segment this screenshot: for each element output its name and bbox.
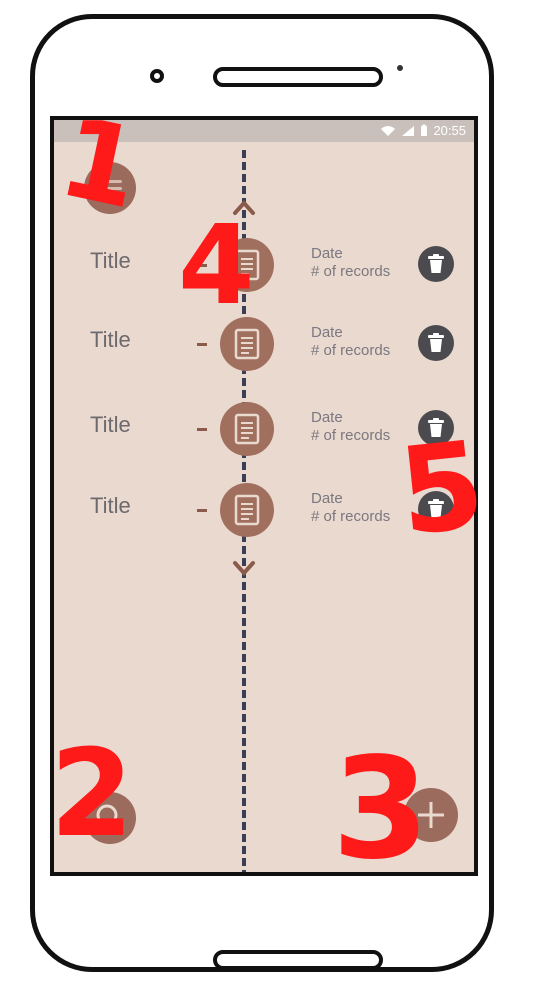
trash-icon — [428, 254, 444, 273]
trash-icon — [428, 333, 444, 352]
earpiece-speaker — [213, 67, 383, 87]
signal-icon — [402, 125, 415, 136]
camera-icon — [150, 69, 164, 83]
list-item[interactable]: Title Date # of records — [54, 317, 474, 377]
wifi-icon — [381, 125, 396, 136]
add-record-button[interactable] — [404, 788, 458, 842]
delete-button[interactable] — [418, 246, 454, 282]
search-button[interactable] — [84, 792, 136, 844]
document-icon — [234, 249, 260, 281]
sensor-dot — [397, 65, 403, 71]
document-icon — [234, 328, 260, 360]
chevron-down-icon[interactable] — [232, 560, 256, 578]
bottom-speaker — [213, 950, 383, 970]
list-item[interactable]: Title Date # of records — [54, 238, 474, 298]
record-button[interactable] — [220, 483, 274, 537]
connector-dash — [197, 428, 207, 431]
chevron-up-icon[interactable] — [232, 198, 256, 216]
connector-dash — [197, 509, 207, 512]
record-count: # of records — [311, 263, 391, 280]
record-date: Date — [311, 324, 343, 341]
document-icon — [234, 413, 260, 445]
status-bar: 20:55 — [54, 120, 474, 142]
record-title: Title — [90, 412, 131, 437]
record-button[interactable] — [220, 402, 274, 456]
record-date: Date — [311, 490, 343, 507]
connector-dash — [197, 343, 207, 346]
record-title: Title — [90, 493, 131, 518]
list-item[interactable]: Title Date # of records — [54, 402, 474, 462]
trash-icon — [428, 418, 444, 437]
trash-icon — [428, 499, 444, 518]
plus-icon — [418, 802, 444, 828]
record-count: # of records — [311, 427, 391, 444]
record-count: # of records — [311, 342, 391, 359]
app-screen: 20:55 Title Date # of records Title Date… — [50, 116, 478, 876]
record-title: Title — [90, 327, 131, 352]
document-icon — [234, 494, 260, 526]
record-count: # of records — [311, 508, 391, 525]
record-date: Date — [311, 409, 343, 426]
search-icon — [96, 804, 123, 831]
delete-button[interactable] — [418, 491, 454, 527]
delete-button[interactable] — [418, 325, 454, 361]
record-button[interactable] — [220, 317, 274, 371]
menu-button[interactable] — [84, 162, 136, 214]
list-item[interactable]: Title Date # of records — [54, 483, 474, 543]
record-button[interactable] — [220, 238, 274, 292]
delete-button[interactable] — [418, 410, 454, 446]
record-title: Title — [90, 248, 131, 273]
battery-icon — [421, 124, 428, 136]
connector-dash — [197, 264, 207, 267]
status-time: 20:55 — [433, 123, 466, 138]
record-date: Date — [311, 245, 343, 262]
